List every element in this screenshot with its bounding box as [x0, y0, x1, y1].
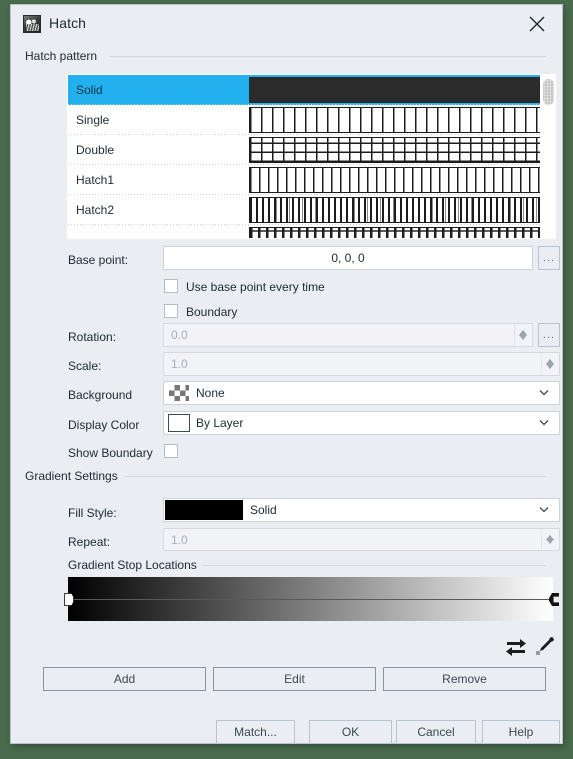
swap-arrows-icon[interactable] — [505, 636, 527, 659]
background-label: Background — [68, 388, 133, 402]
use-base-point-label: Use base point every time — [186, 280, 325, 294]
pattern-name: Single — [76, 113, 110, 127]
pattern-fill — [250, 138, 546, 162]
boundary-label: Boundary — [186, 305, 238, 319]
pattern-preview-hatch1 — [249, 167, 547, 193]
fill-style-label: Fill Style: — [68, 506, 117, 520]
pattern-row-hatch2[interactable]: Hatch2 — [68, 195, 555, 225]
background-value: None — [196, 386, 225, 400]
eyedropper-icon[interactable] — [533, 636, 555, 659]
scale-label: Scale: — [68, 359, 102, 373]
group-rule-hatch-pattern — [109, 56, 546, 57]
group-label-hatch-pattern: Hatch pattern — [25, 49, 104, 63]
edit-button[interactable]: Edit — [213, 667, 376, 691]
pattern-row-single[interactable]: Single — [68, 105, 555, 135]
cancel-button-label: Cancel — [417, 725, 455, 739]
checker-transparent-swatch — [168, 384, 190, 402]
scale-value: 1.0 — [171, 357, 188, 371]
display-color-combobox[interactable]: By Layer — [163, 411, 560, 435]
pattern-name: Solid — [76, 83, 103, 97]
pattern-name: Double — [76, 143, 115, 157]
rotation-label: Rotation: — [68, 330, 117, 344]
repeat-input[interactable]: 1.0 — [163, 528, 560, 551]
add-button-label: Add — [113, 672, 136, 686]
rotation-input[interactable]: 0.0 — [163, 323, 533, 347]
hatch-pattern-list[interactable]: Solid Single Double Hatch1 Hatch2 — [67, 74, 556, 239]
pattern-list-scrollbar[interactable] — [540, 74, 556, 239]
white-color-swatch — [168, 414, 190, 432]
boundary-checkbox[interactable] — [164, 304, 178, 318]
use-base-point-checkbox[interactable] — [164, 279, 178, 293]
display-color-value: By Layer — [196, 416, 244, 430]
base-point-label: Base point: — [68, 253, 129, 267]
base-point-browse-button[interactable]: ... — [538, 246, 560, 270]
chevron-down-icon — [539, 420, 549, 426]
group-rule-gradient-stops — [203, 565, 546, 566]
hatch-app-icon — [23, 15, 41, 33]
base-point-value: 0, 0, 0 — [331, 251, 365, 265]
add-button[interactable]: Add — [43, 667, 206, 691]
pattern-fill — [250, 168, 546, 192]
chevron-down-icon — [539, 507, 549, 513]
pattern-fill — [250, 228, 546, 238]
pattern-fill — [250, 198, 546, 222]
title-bar: Hatch — [11, 5, 562, 43]
spinner-down-icon[interactable] — [546, 539, 554, 544]
edit-button-label: Edit — [284, 672, 305, 686]
pattern-name: Hatch2 — [76, 203, 115, 217]
background-combobox[interactable]: None — [163, 381, 560, 405]
help-button[interactable]: Help — [482, 720, 560, 744]
fill-style-color-swatch — [165, 500, 243, 520]
fill-style-value: Solid — [250, 503, 277, 517]
ok-button-label: OK — [341, 725, 360, 739]
scale-spinner[interactable] — [541, 353, 559, 375]
remove-button-label: Remove — [442, 672, 487, 686]
group-label-gradient-settings: Gradient Settings — [25, 469, 124, 483]
group-rule-gradient-settings — [123, 476, 546, 477]
help-button-label: Help — [508, 725, 534, 739]
remove-button[interactable]: Remove — [383, 667, 546, 691]
pattern-row-solid[interactable]: Solid — [68, 75, 555, 105]
match-button-label: Match... — [234, 725, 277, 739]
close-button[interactable] — [520, 9, 554, 39]
scrollbar-thumb[interactable] — [543, 79, 554, 105]
rotation-spinner[interactable] — [514, 324, 532, 346]
pattern-preview-solid — [249, 77, 547, 103]
pattern-preview-hatch2 — [249, 197, 547, 223]
spinner-down-icon[interactable] — [546, 364, 554, 369]
scale-input[interactable]: 1.0 — [163, 352, 560, 376]
show-boundary-checkbox[interactable] — [164, 444, 178, 458]
show-boundary-label: Show Boundary — [68, 446, 153, 460]
pattern-preview-single — [249, 107, 547, 133]
window-title: Hatch — [49, 15, 87, 31]
repeat-spinner[interactable] — [541, 529, 559, 550]
cancel-button[interactable]: Cancel — [396, 720, 476, 744]
pattern-preview-double — [249, 137, 547, 163]
fill-style-combobox[interactable]: Solid — [163, 498, 560, 522]
close-icon — [529, 16, 545, 32]
ellipsis-label: ... — [542, 329, 556, 341]
match-button[interactable]: Match... — [216, 720, 295, 744]
pattern-row-hatch1[interactable]: Hatch1 — [68, 165, 555, 195]
pattern-row-double[interactable]: Double — [68, 135, 555, 165]
gradient-stop-locations-label: Gradient Stop Locations — [68, 558, 203, 572]
pattern-preview-hatch3 — [249, 227, 547, 238]
repeat-label: Repeat: — [68, 535, 111, 549]
pattern-name: Hatch1 — [76, 173, 115, 187]
ellipsis-label: ... — [542, 252, 556, 264]
chevron-down-icon — [539, 390, 549, 396]
ok-button[interactable]: OK — [309, 720, 392, 744]
repeat-value: 1.0 — [171, 532, 188, 547]
pattern-row-partial[interactable] — [68, 225, 555, 238]
display-color-label: Display Color — [68, 418, 140, 432]
pattern-fill — [250, 108, 546, 132]
base-point-input[interactable]: 0, 0, 0 — [163, 246, 533, 270]
rotation-value: 0.0 — [171, 328, 188, 342]
spinner-down-icon[interactable] — [519, 335, 527, 340]
gradient-stop-track[interactable] — [68, 599, 553, 600]
rotation-browse-button[interactable]: ... — [538, 323, 560, 347]
hatch-dialog: Hatch Hatch pattern Solid Single Double — [10, 4, 563, 744]
